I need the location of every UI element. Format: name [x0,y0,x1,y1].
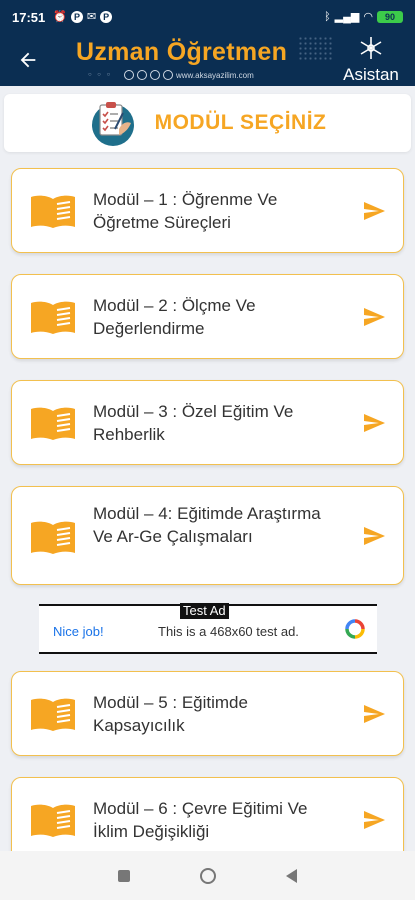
dot-grid-decoration [298,36,334,62]
app-notification-icon: P [70,11,83,23]
open-book-icon [31,804,75,837]
mail-icon: ✉ [86,10,97,23]
module-label: Modül – 5 : Eğitimde Kapsayıcılık [93,693,248,735]
snowflake-network-icon [335,36,407,65]
facebook-icon [137,70,147,80]
ad-nice-job-text: Nice job! [53,624,104,639]
app-notification-icon-2: P [100,11,113,23]
module-label: Modül – 2 : Ölçme Ve Değerlendirme [93,296,256,338]
instagram-icon [124,70,134,80]
ad-banner[interactable]: Test Ad Nice job! This is a 468x60 test … [39,603,377,654]
send-arrow-icon [364,811,385,829]
module-label: Modül – 6 : Çevre Eğitimi Ve İklim Değiş… [93,799,308,841]
send-arrow-icon [364,527,385,545]
module-card-3[interactable]: Modül – 3 : Özel Eğitim Ve Rehberlik [11,380,404,465]
module-label: Modül – 1 : Öğrenme Ve Öğretme Süreçleri [93,190,278,232]
web-icon [163,70,173,80]
back-button[interactable] [10,42,46,78]
battery-icon: 90 [377,11,403,23]
module-label: Modül – 3 : Özel Eğitim Ve Rehberlik [93,402,294,444]
home-icon[interactable] [200,867,216,884]
module-card-4[interactable]: Modül – 4: Eğitimde Araştırma Ve Ar-Ge Ç… [11,486,404,585]
module-card-2[interactable]: Modül – 2 : Ölçme Ve Değerlendirme [11,274,404,359]
ad-logo-icon [345,619,365,639]
send-arrow-icon [364,414,385,432]
module-label: Modül – 4: Eğitimde Araştırma Ve Ar-Ge Ç… [93,504,321,546]
recents-icon[interactable] [118,869,130,882]
module-card-5[interactable]: Modül – 5 : Eğitimde Kapsayıcılık [11,671,404,756]
page-title: MODÜL SEÇİNİZ [154,111,327,134]
ad-body-text: This is a 468x60 test ad. [158,624,299,639]
open-book-icon [31,698,75,731]
status-bar: 17:51 ⏰ P ✉ P ᛒ ▂▄▆ ◠ 90 [0,0,415,34]
send-arrow-icon [364,308,385,326]
assistant-button[interactable]: Asistan [335,36,407,84]
module-card-1[interactable]: Modül – 1 : Öğrenme Ve Öğretme Süreçleri [11,168,404,253]
assistant-label: Asistan [343,65,399,84]
twitter-icon [150,70,160,80]
page-title-card: MODÜL SEÇİNİZ [4,94,411,152]
website-text: www.aksayazilim.com [176,70,254,80]
alarm-icon: ⏰ [53,10,67,23]
open-book-icon [31,301,75,334]
status-time: 17:51 [12,9,46,25]
app-logo-title: Uzman Öğretmen [76,38,288,66]
bluetooth-icon: ᛒ [324,10,331,23]
open-book-icon [31,195,75,228]
nav-back-icon[interactable] [286,868,297,883]
arrow-left-icon [20,52,36,68]
send-arrow-icon [364,705,385,723]
logo-decoration: ○ ○ ○ [88,72,113,78]
send-arrow-icon [364,202,385,220]
wifi-icon: ◠ [363,10,373,23]
logo-subline: www.aksayazilim.com [124,70,254,80]
open-book-icon [31,407,75,440]
open-book-icon [31,521,75,554]
app-header: Uzman Öğretmen ○ ○ ○ www.aksayazilim.com… [0,34,415,86]
ad-tag: Test Ad [180,603,229,619]
system-nav-bar [0,851,415,900]
clipboard-checklist-icon [91,102,134,146]
module-card-6[interactable]: Modül – 6 : Çevre Eğitimi Ve İklim Değiş… [11,777,404,862]
signal-icon: ▂▄▆ [334,10,360,23]
